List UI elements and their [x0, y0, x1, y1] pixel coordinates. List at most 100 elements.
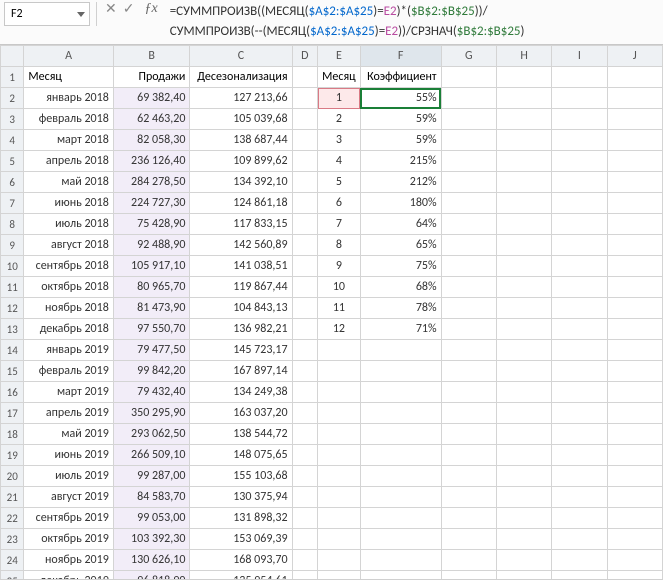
cell-I15[interactable]	[552, 361, 607, 382]
cell-A24[interactable]: ноябрь 2019	[24, 550, 113, 571]
cell-D2[interactable]	[292, 88, 318, 109]
cell-B7[interactable]: 224 727,30	[113, 193, 190, 214]
cell-H15[interactable]	[496, 361, 551, 382]
col-header-I[interactable]: I	[552, 46, 607, 67]
cell-E14[interactable]	[318, 340, 361, 361]
cell-I11[interactable]	[552, 277, 607, 298]
cell-F18[interactable]	[360, 424, 441, 445]
accept-icon[interactable]: ✓	[123, 2, 135, 16]
cell-D20[interactable]	[292, 466, 318, 487]
cell-C8[interactable]: 117 833,15	[190, 214, 292, 235]
cell-D11[interactable]	[292, 277, 318, 298]
cell-F17[interactable]	[360, 403, 441, 424]
row-header[interactable]: 7	[1, 193, 24, 214]
cell-H17[interactable]	[496, 403, 551, 424]
cell-E13[interactable]: 12	[318, 319, 361, 340]
cell-F8[interactable]: 64%	[360, 214, 441, 235]
cell-I7[interactable]	[552, 193, 607, 214]
cell-B22[interactable]: 99 053,00	[113, 508, 190, 529]
cell-F4[interactable]: 59%	[360, 130, 441, 151]
cell-A5[interactable]: апрель 2018	[24, 151, 113, 172]
cell-D19[interactable]	[292, 445, 318, 466]
cell-B11[interactable]: 80 965,70	[113, 277, 190, 298]
cell-C1[interactable]: Десезонализация	[190, 67, 292, 88]
cell-C22[interactable]: 131 898,32	[190, 508, 292, 529]
cell-D18[interactable]	[292, 424, 318, 445]
cell-F1[interactable]: Коэффициент	[360, 67, 441, 88]
cell-H19[interactable]	[496, 445, 551, 466]
cell-H2[interactable]	[496, 88, 551, 109]
cell-J23[interactable]	[607, 529, 662, 550]
cancel-icon[interactable]: ✕	[105, 2, 117, 16]
cell-I13[interactable]	[552, 319, 607, 340]
cell-F16[interactable]	[360, 382, 441, 403]
cell-G10[interactable]	[441, 256, 496, 277]
cell-E1[interactable]: Месяц	[318, 67, 361, 88]
cell-G18[interactable]	[441, 424, 496, 445]
cell-F6[interactable]: 212%	[360, 172, 441, 193]
cell-G8[interactable]	[441, 214, 496, 235]
col-header-G[interactable]: G	[441, 46, 496, 67]
cell-F7[interactable]: 180%	[360, 193, 441, 214]
cell-I17[interactable]	[552, 403, 607, 424]
cell-I23[interactable]	[552, 529, 607, 550]
cell-E12[interactable]: 11	[318, 298, 361, 319]
cell-D21[interactable]	[292, 487, 318, 508]
cell-C9[interactable]: 142 560,89	[190, 235, 292, 256]
cell-G14[interactable]	[441, 340, 496, 361]
cell-B4[interactable]: 82 058,30	[113, 130, 190, 151]
cell-F23[interactable]	[360, 529, 441, 550]
cell-C24[interactable]: 168 093,70	[190, 550, 292, 571]
row-header[interactable]: 8	[1, 214, 24, 235]
cell-C20[interactable]: 155 103,68	[190, 466, 292, 487]
cell-C7[interactable]: 124 861,18	[190, 193, 292, 214]
cell-E3[interactable]: 2	[318, 109, 361, 130]
row-header[interactable]: 24	[1, 550, 24, 571]
cell-B8[interactable]: 75 428,90	[113, 214, 190, 235]
cell-D14[interactable]	[292, 340, 318, 361]
cell-G21[interactable]	[441, 487, 496, 508]
cell-I5[interactable]	[552, 151, 607, 172]
row-header[interactable]: 3	[1, 109, 24, 130]
cell-H11[interactable]	[496, 277, 551, 298]
cell-B16[interactable]: 79 432,40	[113, 382, 190, 403]
cell-C11[interactable]: 119 867,44	[190, 277, 292, 298]
cell-G11[interactable]	[441, 277, 496, 298]
cell-B20[interactable]: 99 287,00	[113, 466, 190, 487]
cell-A22[interactable]: сентябрь 2019	[24, 508, 113, 529]
cell-E15[interactable]	[318, 361, 361, 382]
cell-G12[interactable]	[441, 298, 496, 319]
cell-J7[interactable]	[607, 193, 662, 214]
cell-D7[interactable]	[292, 193, 318, 214]
cell-H4[interactable]	[496, 130, 551, 151]
cell-D9[interactable]	[292, 235, 318, 256]
cell-A23[interactable]: октябрь 2019	[24, 529, 113, 550]
cell-G20[interactable]	[441, 466, 496, 487]
cell-I12[interactable]	[552, 298, 607, 319]
cell-I4[interactable]	[552, 130, 607, 151]
cell-B1[interactable]: Продажи	[113, 67, 190, 88]
cell-G17[interactable]	[441, 403, 496, 424]
cell-H9[interactable]	[496, 235, 551, 256]
row-header[interactable]: 18	[1, 424, 24, 445]
col-header-J[interactable]: J	[607, 46, 662, 67]
cell-H18[interactable]	[496, 424, 551, 445]
cell-G5[interactable]	[441, 151, 496, 172]
cell-A11[interactable]: октябрь 2018	[24, 277, 113, 298]
cell-A8[interactable]: июль 2018	[24, 214, 113, 235]
cell-A16[interactable]: март 2019	[24, 382, 113, 403]
cell-A7[interactable]: июнь 2018	[24, 193, 113, 214]
cell-G19[interactable]	[441, 445, 496, 466]
cell-F24[interactable]	[360, 550, 441, 571]
cell-I18[interactable]	[552, 424, 607, 445]
cell-J20[interactable]	[607, 466, 662, 487]
cell-J4[interactable]	[607, 130, 662, 151]
cell-B5[interactable]: 236 126,40	[113, 151, 190, 172]
cell-F11[interactable]: 68%	[360, 277, 441, 298]
cell-J6[interactable]	[607, 172, 662, 193]
row-header[interactable]: 17	[1, 403, 24, 424]
cell-E2[interactable]: 1	[318, 88, 361, 109]
row-header[interactable]: 15	[1, 361, 24, 382]
cell-J19[interactable]	[607, 445, 662, 466]
cell-B6[interactable]: 284 278,50	[113, 172, 190, 193]
